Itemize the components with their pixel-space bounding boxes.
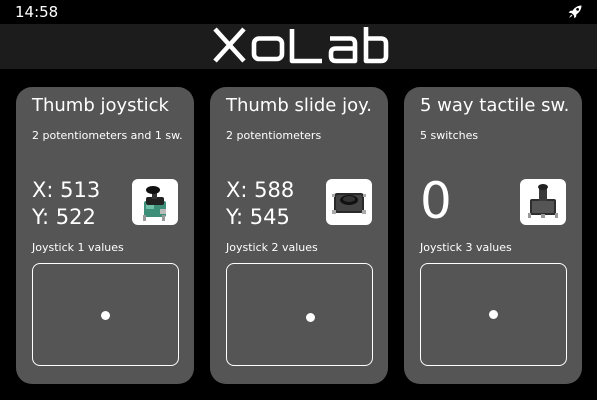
status-bar: 14:58 <box>0 0 597 24</box>
card-title: Thumb slide joy. <box>226 95 372 116</box>
switch-value: 0 <box>420 172 452 230</box>
five-way-switch-icon <box>520 179 566 225</box>
x-value: X: 588 <box>226 178 295 202</box>
joystick-position-dot <box>305 313 315 323</box>
card-title: 5 way tactile sw. <box>420 95 570 116</box>
y-value: Y: 545 <box>226 205 290 229</box>
values-label: Joystick 2 values <box>226 241 318 254</box>
thumb-joystick-module-icon <box>132 179 178 225</box>
joystick-plot <box>226 263 373 366</box>
joystick-card-2[interactable]: Thumb slide joy. 2 potentiometers X: 588… <box>210 87 388 384</box>
slide-joystick-module-icon <box>326 179 372 225</box>
values-label: Joystick 3 values <box>420 241 512 254</box>
joystick-card-1[interactable]: Thumb joystick 2 potentiometers and 1 sw… <box>16 87 194 384</box>
xolab-logo <box>213 27 389 64</box>
joystick-plot <box>32 263 179 366</box>
joystick-card-3[interactable]: 5 way tactile sw. 5 switches 0 Joystick … <box>404 87 582 384</box>
card-title: Thumb joystick <box>32 95 169 116</box>
joystick-position-dot <box>101 311 111 320</box>
rocket-icon <box>567 4 583 20</box>
joystick-plot <box>420 263 567 366</box>
y-value: Y: 522 <box>32 205 96 229</box>
status-time: 14:58 <box>15 3 59 21</box>
joystick-position-dot <box>489 310 498 319</box>
card-subtitle: 2 potentiometers <box>226 129 322 142</box>
card-subtitle: 2 potentiometers and 1 sw. <box>32 129 183 142</box>
card-subtitle: 5 switches <box>420 129 479 142</box>
values-label: Joystick 1 values <box>32 241 124 254</box>
x-value: X: 513 <box>32 178 101 202</box>
